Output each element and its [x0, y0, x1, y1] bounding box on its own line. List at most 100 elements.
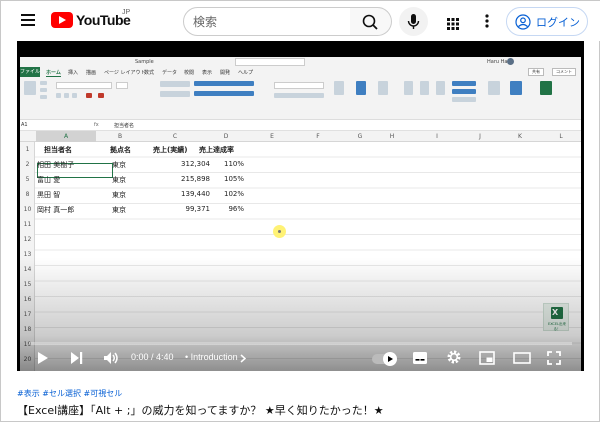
name-box: A1 [21, 122, 28, 128]
align-left-icons [160, 91, 190, 97]
excel-ribbon [20, 77, 581, 120]
col-header-e: E [270, 133, 274, 140]
table-cell: 東京 [112, 206, 126, 214]
row-header: 1 [25, 146, 30, 153]
theater-mode-button[interactable] [513, 350, 531, 369]
volume-icon [104, 352, 118, 364]
login-label: ログイン [536, 15, 580, 29]
progress-bar[interactable] [29, 342, 572, 345]
next-button[interactable] [70, 350, 84, 369]
row-header: 5 [25, 176, 30, 183]
column-headers: A B C D E F G H I J K L [20, 131, 581, 142]
col-header-k: K [518, 133, 522, 140]
excel-ribbon-tabs: ファイル ホーム 挿入 描画 ページ レイアウト 数式 データ 校閲 表示 開発… [20, 67, 581, 77]
table-cell: 99,371 [185, 205, 211, 213]
font-color-icon [98, 93, 104, 98]
settings-button[interactable] [446, 349, 462, 369]
analyze-data-icon [540, 81, 552, 95]
table-cell: 東京 [112, 176, 126, 184]
table-cell: 105% [223, 175, 244, 183]
font-name-box [56, 82, 112, 89]
logo-country-code: JP [122, 9, 131, 16]
play-button[interactable] [37, 350, 49, 369]
excel-tab-file: ファイル [20, 67, 41, 77]
youtube-logo[interactable]: YouTube JP [51, 9, 131, 28]
voice-search-button[interactable] [399, 7, 428, 36]
format-cells-icon [436, 81, 445, 95]
play-icon [38, 352, 48, 364]
account-icon [515, 13, 531, 30]
microphone-icon [407, 14, 420, 29]
volume-button[interactable] [103, 350, 119, 369]
table-cell: 東京 [112, 161, 126, 169]
autoplay-toggle[interactable] [372, 352, 397, 366]
excel-tab-insert: 挿入 [68, 70, 79, 76]
search-input[interactable] [183, 7, 351, 36]
align-top-icons [160, 81, 190, 87]
excel-tab-draw: 描画 [86, 70, 97, 76]
excel-tab-layout: ページ レイアウト [104, 70, 146, 76]
format-painter-icon [40, 95, 47, 99]
formula-bar: A1 fx 担当者名 [20, 120, 581, 131]
gear-icon [447, 350, 461, 364]
table-cell: 110% [223, 160, 244, 168]
chapter-title[interactable]: • Introduction [185, 352, 238, 362]
page-frame: YouTube JP 検索 ログイン Sample Haru Haru ファイル… [0, 0, 600, 422]
col-header-i: I [436, 133, 438, 140]
format-as-table-icon [356, 81, 366, 95]
cut-icon [40, 81, 47, 85]
video-player[interactable]: Sample Haru Haru ファイル ホーム 挿入 描画 ページ レイアウ… [17, 41, 584, 371]
fx-label: fx [94, 122, 99, 128]
search-icon [362, 14, 378, 30]
table-cell: 富山 愛 [37, 176, 61, 184]
fill-icon [452, 89, 476, 94]
subtitles-icon [413, 352, 427, 364]
mouse-cursor-highlight [273, 225, 286, 238]
sort-filter-icon [488, 81, 500, 95]
number-format-icons [274, 93, 324, 98]
login-button[interactable]: ログイン [506, 7, 588, 36]
more-vert-icon[interactable] [485, 13, 489, 29]
miniplayer-button[interactable] [479, 350, 495, 369]
miniplayer-icon [479, 351, 495, 365]
col-header-b: B [117, 133, 123, 140]
youtube-play-icon [51, 12, 73, 28]
search-button[interactable] [350, 7, 392, 36]
table-cell: 96% [228, 205, 244, 213]
row-header: 11 [23, 221, 32, 228]
fullscreen-button[interactable] [547, 350, 561, 369]
fullscreen-icon [547, 351, 561, 365]
row-header: 8 [25, 191, 30, 198]
autosum-icon [452, 81, 476, 86]
find-select-icon [510, 81, 522, 95]
excel-title-bar: Sample Haru Haru [20, 57, 581, 67]
subtitles-button[interactable] [412, 350, 428, 369]
excel-share-button: 共有 [528, 68, 544, 76]
apps-grid-icon[interactable] [447, 15, 459, 30]
excel-tab-view: 表示 [202, 70, 213, 76]
col-header-h: H [389, 133, 395, 140]
col-header-l: L [559, 133, 563, 140]
excel-window-title: Sample [135, 59, 154, 65]
conditional-format-icon [334, 81, 344, 95]
italic-icon [64, 93, 69, 98]
table-header-cell: 売上達成率 [199, 146, 234, 154]
formula-value: 担当者名 [114, 123, 135, 129]
excel-tab-home: ホーム [46, 70, 61, 77]
bold-icon [56, 93, 61, 98]
excel-search-box [235, 58, 305, 66]
font-size-box [116, 82, 128, 89]
time-display: 0:00 / 4:40 [131, 352, 174, 362]
excel-tab-data: データ [162, 70, 178, 76]
excel-tab-formulas: 数式 [144, 70, 155, 76]
chevron-right-icon[interactable] [240, 354, 246, 363]
row-header: 12 [23, 236, 32, 243]
hashtag-links[interactable]: #表示 #セル選択 #可視セル [17, 388, 122, 399]
video-title: 【Excel講座】「Alt + ;」の威力を知ってますか？ ★早く知りたかった！… [17, 404, 384, 417]
table-cell: 東京 [112, 191, 126, 199]
merge-center-button [194, 91, 254, 96]
col-header-c: C [172, 133, 178, 140]
table-header-cell: 売上(実績) [153, 146, 188, 154]
excel-screen: Sample Haru Haru ファイル ホーム 挿入 描画 ページ レイアウ… [20, 57, 581, 371]
menu-icon[interactable] [21, 14, 35, 26]
